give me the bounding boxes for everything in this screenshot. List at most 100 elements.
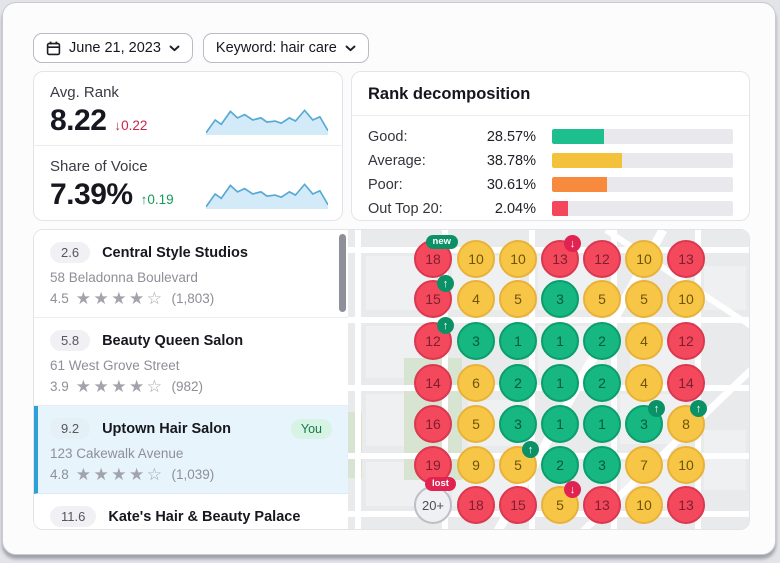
map-rank-pin[interactable]: 14	[667, 364, 705, 402]
map-rank-pin[interactable]: 5	[625, 280, 663, 318]
map-rank-pin[interactable]: 2	[583, 322, 621, 360]
map-rank-pin[interactable]: 13	[667, 486, 705, 524]
map-rank-value: 1	[556, 375, 564, 391]
map-rank-pin[interactable]: 15	[499, 486, 537, 524]
share-of-voice-delta: ↑0.19	[140, 192, 174, 207]
map-rank-value: 1	[556, 333, 564, 349]
map-rank-pin[interactable]: 12 ↑	[414, 317, 454, 360]
map-rank-pin[interactable]: 1	[541, 364, 579, 402]
map-rank-value: 19	[425, 457, 441, 473]
map-rank-pin[interactable]: 3	[499, 405, 537, 443]
map-rank-value: 5	[598, 291, 606, 307]
review-count: (1,803)	[171, 291, 215, 306]
map-rank-pin[interactable]: 5	[583, 280, 621, 318]
map-rank-value: 3	[598, 457, 606, 473]
map-rank-pin[interactable]: 12	[667, 322, 705, 360]
business-list-item[interactable]: 5.8 Beauty Queen Salon 61 West Grove Stree…	[34, 318, 348, 406]
map-rank-pin[interactable]: 4	[625, 364, 663, 402]
map-rank-pin[interactable]: 18	[457, 486, 495, 524]
rank-map[interactable]: 18 new 10 10 13 ↓ 12 10 13 15 ↑ 4 5 3 5 5 10 12 ↑ 3 1 1 2 4 12 14…	[348, 230, 749, 529]
map-rank-pin[interactable]: 2	[499, 364, 537, 402]
map-rank-pin[interactable]: 15 ↑	[414, 275, 454, 318]
business-name: Uptown Hair Salon	[102, 420, 231, 437]
map-rank-value: 5	[514, 291, 522, 307]
map-rank-pin[interactable]: 4	[457, 280, 495, 318]
rank-up-badge: ↑	[522, 441, 539, 458]
lost-badge: lost	[425, 477, 456, 492]
avg-rank-stat: Avg. Rank 8.22 ↓0.22	[34, 72, 342, 146]
map-rank-value: 3	[514, 416, 522, 432]
business-list-item[interactable]: 9.2 Uptown Hair Salon You 123 Cakewalk Aven…	[34, 406, 348, 494]
business-list-item[interactable]: 2.6 Central Style Studios 58 Beladonna Bou…	[34, 230, 348, 318]
map-rank-pin[interactable]: 7	[625, 446, 663, 484]
map-rank-pin[interactable]: 5	[499, 280, 537, 318]
decomposition-label: Good:	[368, 128, 408, 145]
map-rank-pin[interactable]: 13 ↓	[541, 235, 581, 278]
map-rank-pin[interactable]: 18 new	[414, 235, 458, 278]
map-rank-value: 12	[594, 251, 610, 267]
map-rank-pin[interactable]: 2	[583, 364, 621, 402]
map-rank-pin[interactable]: 16	[414, 405, 452, 443]
map-rank-value: 1	[556, 416, 564, 432]
map-rank-pin[interactable]: 10	[499, 240, 537, 278]
map-rank-pin[interactable]: 3	[541, 280, 579, 318]
map-rank-value: 13	[594, 497, 610, 513]
map-rank-value: 3	[472, 333, 480, 349]
map-rank-pin[interactable]: 10	[625, 486, 663, 524]
rank-decomposition-card: Rank decomposition Good: 28.57% Average: 38…	[351, 71, 750, 221]
map-rank-pin[interactable]: 13	[667, 240, 705, 278]
map-rank-pin[interactable]: 4	[625, 322, 663, 360]
map-rank-value: 20+	[421, 497, 445, 513]
map-rank-value: 14	[425, 375, 441, 391]
map-rank-pin[interactable]: 1	[541, 322, 579, 360]
map-rank-value: 4	[640, 333, 648, 349]
map-rank-pin[interactable]: 5	[457, 405, 495, 443]
map-rank-pin[interactable]: 8 ↑	[667, 400, 707, 443]
decomposition-value: 30.61%	[486, 176, 536, 193]
map-rank-pin[interactable]: 10	[625, 240, 663, 278]
avg-rank-sparkline	[206, 109, 328, 135]
map-rank-pin[interactable]: 2	[541, 446, 579, 484]
map-rank-pin[interactable]: 3	[583, 446, 621, 484]
keyword-dropdown[interactable]: Keyword: hair care	[202, 33, 369, 63]
rank-badge: 2.6	[50, 242, 91, 263]
date-dropdown-label: June 21, 2023	[69, 40, 161, 56]
map-rank-value: 5	[556, 497, 564, 513]
map-rank-value: 10	[678, 291, 694, 307]
map-rank-pin[interactable]: 6	[457, 364, 495, 402]
map-rank-value: 15	[425, 291, 441, 307]
map-rank-pin[interactable]: 1	[583, 405, 621, 443]
map-rank-pin[interactable]: 3	[457, 322, 495, 360]
map-rank-pin[interactable]: 20+ lost	[414, 477, 456, 524]
map-rank-pin[interactable]: 1	[499, 322, 537, 360]
rank-up-badge: ↑	[648, 400, 665, 417]
rank-down-badge: ↓	[564, 235, 581, 252]
star-rating-icons: ★★★★☆	[75, 377, 165, 396]
map-rank-value: 8	[682, 416, 690, 432]
map-rank-pin[interactable]: 5 ↑	[499, 441, 539, 484]
business-list: 2.6 Central Style Studios 58 Beladonna Bou…	[34, 230, 348, 529]
map-rank-pin[interactable]: 3 ↑	[625, 400, 665, 443]
map-rank-pin[interactable]: 12	[583, 240, 621, 278]
decomposition-bar-track	[552, 153, 733, 168]
map-rank-value: 10	[510, 251, 526, 267]
map-rank-pin[interactable]: 5 ↓	[541, 481, 581, 524]
business-name: Kate's Hair & Beauty Palace	[108, 508, 301, 525]
decomposition-label: Average:	[368, 152, 426, 169]
business-list-item[interactable]: 11.6Kate's Hair & Beauty Palace5 St Moni…	[34, 494, 348, 529]
map-rank-pin[interactable]: 13	[583, 486, 621, 524]
map-rank-value: 16	[425, 416, 441, 432]
decomposition-label: Out Top 20:	[368, 200, 443, 217]
business-name: Beauty Queen Salon	[102, 332, 244, 349]
map-rank-value: 12	[425, 333, 441, 349]
map-rank-pin[interactable]: 10	[667, 446, 705, 484]
map-rank-pin[interactable]: 9	[457, 446, 495, 484]
map-rank-pin[interactable]: 1	[541, 405, 579, 443]
business-rating: 3.9 ★★★★☆ (982)	[50, 378, 332, 395]
calendar-icon	[46, 41, 61, 56]
list-scrollbar[interactable]	[339, 234, 346, 312]
map-rank-pin[interactable]: 10	[667, 280, 705, 318]
map-rank-pin[interactable]: 10	[457, 240, 495, 278]
map-rank-pin[interactable]: 14	[414, 364, 452, 402]
date-dropdown[interactable]: June 21, 2023	[33, 33, 193, 63]
